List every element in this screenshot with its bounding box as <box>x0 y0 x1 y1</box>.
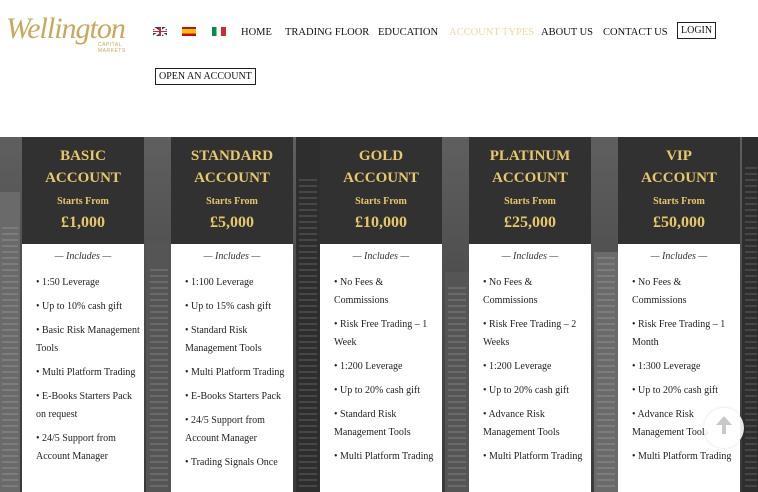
nav-account-types[interactable]: ACCOUNT TYPES <box>449 27 534 38</box>
card-starts-from: Starts From <box>355 196 407 207</box>
feature-list: • 1:100 Leverage • Up to 15% cash gift •… <box>185 274 291 478</box>
feature-list: • No Fees & Commissions • Risk Free Trad… <box>483 274 589 472</box>
nav-contact-us[interactable]: CONTACT US <box>603 27 668 38</box>
nav-trading-floor[interactable]: TRADING FLOOR <box>285 27 369 38</box>
scroll-to-top-button[interactable] <box>704 408 744 448</box>
feature-item: • 1:300 Leverage <box>632 361 701 372</box>
card-starts-from: Starts From <box>206 196 258 207</box>
feature-item: • Multi Platform Trading <box>36 367 136 378</box>
includes-label: — Includes — <box>54 251 112 262</box>
feature-item: • No Fees & Commissions <box>632 277 687 306</box>
card-title: GOLD ACCOUNT <box>343 148 419 186</box>
nav-education[interactable]: EDUCATION <box>378 27 438 38</box>
feature-item: • 1:50 Leverage <box>36 277 100 288</box>
feature-item: • Trading Signals Once <box>185 457 278 468</box>
includes-label: — Includes — <box>650 251 708 262</box>
feature-item: • 1:200 Leverage <box>334 361 403 372</box>
card-body: — Includes — • No Fees & Commissions • R… <box>320 244 442 492</box>
flag-it-icon[interactable] <box>212 27 226 36</box>
feature-list: • 1:50 Leverage • Up to 10% cash gift • … <box>36 274 142 472</box>
includes-label: — Includes — <box>352 251 410 262</box>
card-header: VIP ACCOUNT Starts From £50,000 <box>618 137 740 244</box>
flag-es-icon[interactable] <box>182 27 196 36</box>
feature-item: • Up to 10% cash gift <box>36 301 122 312</box>
feature-item: • Up to 20% cash gift <box>483 385 569 396</box>
card-starts-from: Starts From <box>653 196 705 207</box>
account-card-platinum: PLATINUM ACCOUNT Starts From £25,000 — In… <box>469 137 591 492</box>
card-header: STANDARD ACCOUNT Starts From £5,000 <box>171 137 293 244</box>
card-header: GOLD ACCOUNT Starts From £10,000 <box>320 137 442 244</box>
feature-item: • Up to 15% cash gift <box>185 301 271 312</box>
feature-item: • Multi Platform Trading <box>185 367 285 378</box>
feature-item: • 1:200 Leverage <box>483 361 552 372</box>
nav-about-us[interactable]: ABOUT US <box>541 27 593 38</box>
feature-item: • Advance Risk Management Tools <box>483 409 560 438</box>
feature-item: • 1:100 Leverage <box>185 277 254 288</box>
feature-item: • Risk Free Trading – 1 Week <box>334 319 428 348</box>
feature-item: • No Fees & Commissions <box>334 277 389 306</box>
card-title: STANDARD ACCOUNT <box>190 148 274 186</box>
card-body: — Includes — • No Fees & Commissions • R… <box>469 244 591 492</box>
card-price: £5,000 <box>210 214 254 231</box>
card-body: — Includes — • 1:100 Leverage • Up to 15… <box>171 244 293 492</box>
card-price: £50,000 <box>653 214 705 231</box>
card-price: £10,000 <box>355 214 407 231</box>
card-title: BASIC ACCOUNT <box>45 148 121 186</box>
logo-subtitle: CAPITAL MARKETS <box>98 42 126 54</box>
card-price: £1,000 <box>61 214 105 231</box>
feature-item: • Risk Free Trading – 2 Weeks <box>483 319 577 348</box>
logo[interactable]: Wellington CAPITAL MARKETS <box>6 8 138 54</box>
card-price: £25,000 <box>504 214 556 231</box>
nav-home[interactable]: HOME <box>241 27 272 38</box>
logo-text: Wellington <box>6 12 126 45</box>
feature-item: • Multi Platform Trading <box>483 451 583 462</box>
feature-item: • Basic Risk Management Tools <box>36 325 140 354</box>
flag-uk-icon[interactable] <box>153 27 167 36</box>
includes-label: — Includes — <box>501 251 559 262</box>
feature-item: • 24/5 Support from Account Manager <box>185 415 265 444</box>
open-account-button[interactable]: OPEN AN ACCOUNT <box>155 68 256 85</box>
feature-list: • No Fees & Commissions • Risk Free Trad… <box>334 274 440 472</box>
account-card-standard: STANDARD ACCOUNT Starts From £5,000 — Inc… <box>171 137 293 492</box>
feature-item: • 24/5 Support from Account Manager <box>36 433 116 462</box>
feature-item: • Risk Free Trading – 1 Month <box>632 319 726 348</box>
feature-item: • Standard Risk Management Tools <box>334 409 411 438</box>
account-card-basic: BASIC ACCOUNT Starts From £1,000 — Includ… <box>22 137 144 492</box>
feature-item: • Standard Risk Management Tools <box>185 325 262 354</box>
card-body: — Includes — • 1:50 Leverage • Up to 10%… <box>22 244 144 492</box>
account-card-gold: GOLD ACCOUNT Starts From £10,000 — Includ… <box>320 137 442 492</box>
card-body: — Includes — • No Fees & Commissions • R… <box>618 244 740 492</box>
feature-item: • Multi Platform Trading <box>632 451 732 462</box>
feature-item: • E-Books Starters Pack <box>185 391 281 402</box>
card-title: PLATINUM ACCOUNT <box>489 148 571 186</box>
card-starts-from: Starts From <box>504 196 556 207</box>
card-title: VIP ACCOUNT <box>641 148 717 186</box>
includes-label: — Includes — <box>203 251 261 262</box>
card-header: BASIC ACCOUNT Starts From £1,000 <box>22 137 144 244</box>
feature-item: • E-Books Starters Pack on request <box>36 391 132 420</box>
card-header: PLATINUM ACCOUNT Starts From £25,000 <box>469 137 591 244</box>
feature-item: • No Fees & Commissions <box>483 277 538 306</box>
feature-item: • Multi Platform Trading <box>334 451 434 462</box>
feature-item: • Up to 20% cash gift <box>632 385 718 396</box>
feature-item: • Up to 20% cash gift <box>334 385 420 396</box>
login-button[interactable]: LOGIN <box>677 22 717 39</box>
card-starts-from: Starts From <box>57 196 109 207</box>
